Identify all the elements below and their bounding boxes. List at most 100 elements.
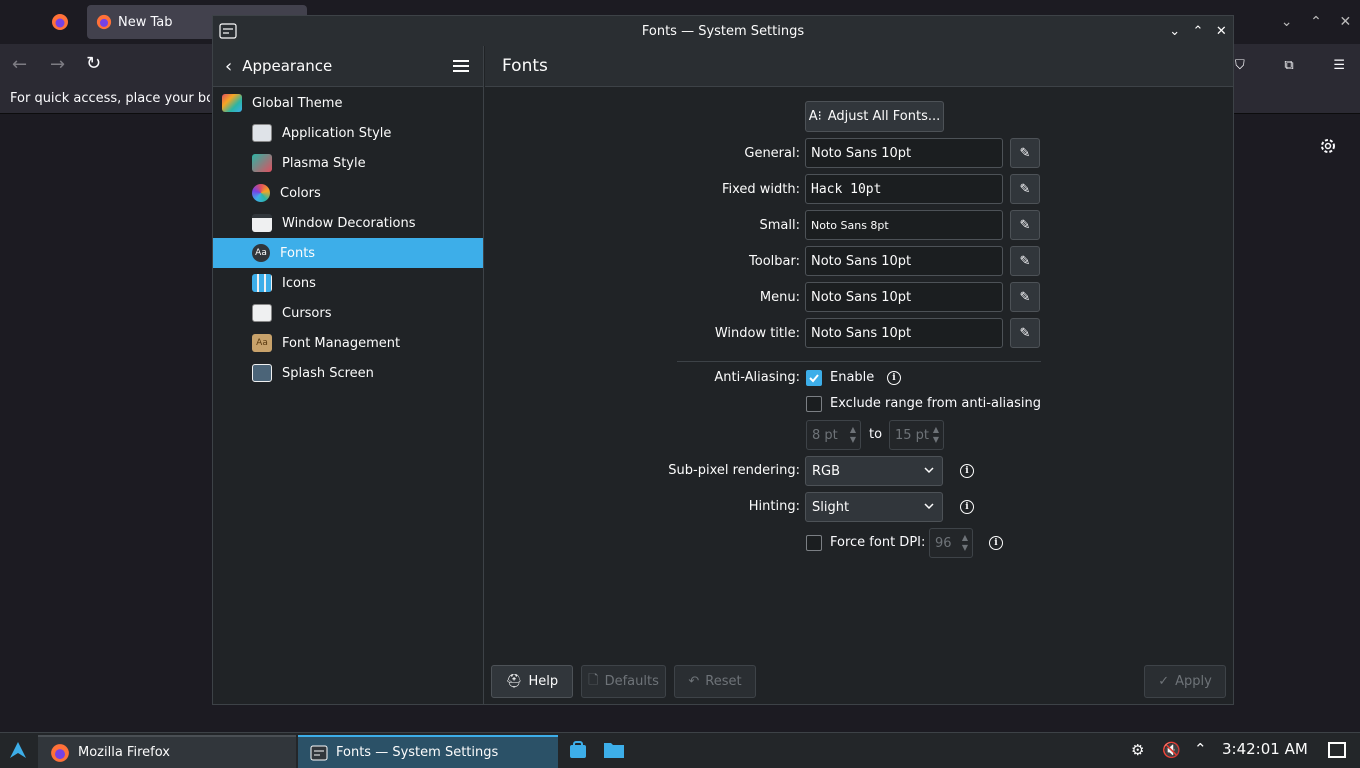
window-title-font-field[interactable]: Noto Sans 10pt [805,318,1003,348]
enable-antialiasing-checkbox[interactable] [806,370,822,386]
sidebar-item-window-decorations[interactable]: Window Decorations [213,208,483,238]
show-desktop-icon[interactable] [1328,742,1346,758]
menu-font-field[interactable]: Noto Sans 10pt [805,282,1003,312]
settings-window: Fonts — System Settings ⌄ ⌃ ✕ ‹ Appearan… [212,15,1234,705]
help-button[interactable]: ⛑ Help [491,665,573,698]
reload-icon[interactable]: ↻ [86,53,101,74]
defaults-button[interactable]: 🗋 Defaults [581,665,666,698]
bookmarks-hint: For quick access, place your boo [10,91,210,106]
gear-icon[interactable] [1318,136,1338,160]
window-menu-icon[interactable] [219,22,237,40]
window-controls: ⌄ ⌃ ✕ [1163,20,1233,42]
sidebar-item-fonts[interactable]: Aa Fonts [213,238,483,268]
reset-button[interactable]: ↶ Reset [674,665,756,698]
clock[interactable]: 3:42:01 AM [1222,740,1308,758]
info-icon[interactable]: i [887,371,901,385]
file-manager-icon[interactable] [603,740,625,764]
exclude-range-checkbox[interactable] [806,396,822,412]
sidebar-item-global-theme[interactable]: Global Theme [213,88,483,118]
sidebar-item-colors[interactable]: Colors [213,178,483,208]
maximize-icon[interactable]: ⌃ [1310,14,1322,30]
small-font-field[interactable]: Noto Sans 8pt [805,210,1003,240]
maximize-icon[interactable]: ⌃ [1193,24,1204,39]
pencil-icon: ✎ [1019,217,1031,233]
sidebar-item-application-style[interactable]: Application Style [213,118,483,148]
toolbar-font-field[interactable]: Noto Sans 10pt [805,246,1003,276]
spin-arrows-icon[interactable]: ▲ ▼ [933,425,939,445]
info-icon[interactable]: i [960,500,974,514]
fixed-width-font-choose-button[interactable]: ✎ [1010,174,1040,204]
close-icon[interactable]: ✕ [1339,14,1351,30]
range-from-spinbox[interactable]: 8 pt ▲ ▼ [806,420,861,450]
sidebar-item-font-management[interactable]: Aa Font Management [213,328,483,358]
info-icon[interactable]: i [989,536,1003,550]
window-decorations-icon [252,214,272,232]
sidebar-item-label: Splash Screen [282,365,374,381]
menu-label: Menu: [759,290,800,305]
spin-arrows-icon[interactable]: ▲ ▼ [850,425,856,445]
menu-icon[interactable]: ☰ [1333,58,1345,73]
tray-expand-icon[interactable]: ⌃ [1194,740,1207,758]
apply-button[interactable]: ✓ Apply [1144,665,1226,698]
back-icon[interactable]: ← [12,54,27,75]
page-title: Fonts [485,46,1233,87]
minimize-icon[interactable]: ⌄ [1281,14,1293,30]
hinting-select[interactable]: Slight [805,492,943,522]
info-icon[interactable]: i [960,464,974,478]
extensions-icon[interactable]: ⧉ [1284,58,1293,73]
discover-icon[interactable] [568,740,588,764]
network-icon[interactable]: ⚙ [1131,741,1144,759]
general-label: General: [744,146,800,161]
tab-title: New Tab [118,14,173,30]
menu-font-choose-button[interactable]: ✎ [1010,282,1040,312]
font-management-icon: Aa [252,334,272,352]
window-title-font-choose-button[interactable]: ✎ [1010,318,1040,348]
volume-muted-icon[interactable]: 🔇 [1162,741,1181,759]
taskbar-item-system-settings[interactable]: Fonts — System Settings [298,735,558,768]
sidebar-item-cursors[interactable]: Cursors [213,298,483,328]
sidebar-item-splash-screen[interactable]: Splash Screen [213,358,483,388]
icons-icon [252,274,272,292]
fixed-width-font-field[interactable]: Hack 10pt [805,174,1003,204]
forward-icon[interactable]: → [50,54,65,75]
app-launcher-icon[interactable] [8,740,28,764]
dpi-spinbox[interactable]: 96 ▲ ▼ [929,528,973,558]
pencil-icon: ✎ [1019,253,1031,269]
small-font-choose-button[interactable]: ✎ [1010,210,1040,240]
force-dpi-checkbox[interactable] [806,535,822,551]
checkmark-icon: ✓ [1158,674,1170,689]
sidebar-item-label: Global Theme [252,95,343,111]
subpixel-select[interactable]: RGB [805,456,943,486]
chevron-down-icon [924,503,934,510]
shield-icon[interactable]: ⛉ [1235,58,1245,73]
sidebar-item-plasma-style[interactable]: Plasma Style [213,148,483,178]
taskbar-item-firefox[interactable]: Mozilla Firefox [38,735,296,768]
sidebar-item-label: Cursors [282,305,332,321]
hamburger-menu-icon[interactable] [451,57,471,75]
range-to-spinbox[interactable]: 15 pt ▲ ▼ [889,420,944,450]
toolbar-font-choose-button[interactable]: ✎ [1010,246,1040,276]
sidebar-item-label: Application Style [282,125,392,141]
colors-icon [252,184,270,202]
minimize-icon[interactable]: ⌄ [1169,24,1180,39]
splash-screen-icon [252,364,272,382]
sidebar-header[interactable]: ‹ Appearance [213,46,483,87]
undo-icon: ↶ [688,674,700,689]
general-font-field[interactable]: Noto Sans 10pt [805,138,1003,168]
toolbar-label: Toolbar: [749,254,800,269]
range-to-label: to [869,427,883,442]
small-label: Small: [759,218,801,233]
back-arrow-icon[interactable]: ‹ [225,56,232,77]
pencil-icon: ✎ [1019,181,1031,197]
spin-arrows-icon[interactable]: ▲ ▼ [962,533,968,553]
general-font-choose-button[interactable]: ✎ [1010,138,1040,168]
close-icon[interactable]: ✕ [1216,24,1227,39]
adjust-all-fonts-button[interactable]: A⁝ Adjust All Fonts... [805,101,944,132]
cursors-icon [252,304,272,322]
enable-label: Enable [830,370,875,385]
chevron-down-icon [924,467,934,474]
firefox-pinned-tab[interactable] [40,6,80,38]
exclude-range-label: Exclude range from anti-aliasing [830,396,1042,411]
sidebar-item-icons[interactable]: Icons [213,268,483,298]
sidebar: ‹ Appearance Global Theme Application St… [213,46,484,704]
